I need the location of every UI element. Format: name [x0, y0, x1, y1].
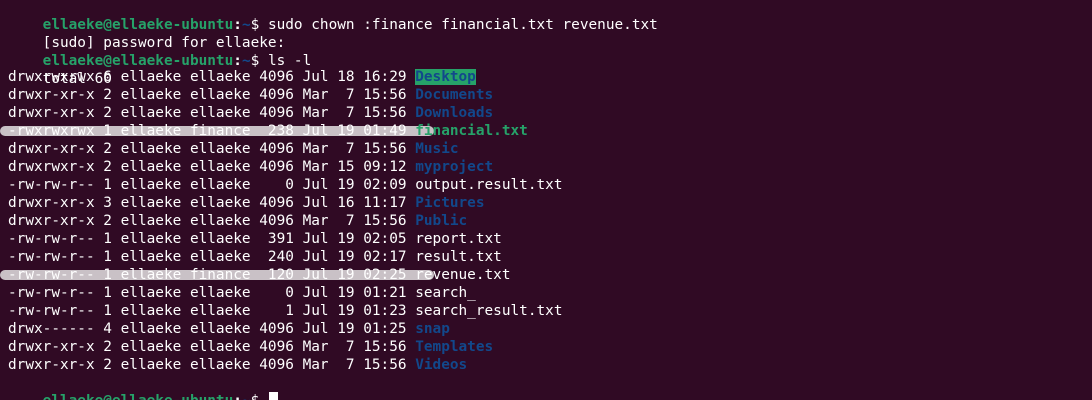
ls-meta: drwx------ 4 ellaeke ellaeke 4096 Jul 19…: [8, 321, 416, 337]
directory-name: Public: [415, 213, 468, 229]
ls-row-content: drwxr-xr-x 2 ellaeke ellaeke 4096 Mar 7 …: [8, 105, 493, 121]
ls-row: -rw-rw-r-- 1 ellaeke ellaeke 240 Jul 19 …: [8, 248, 1092, 266]
file-name: output.result.txt: [415, 177, 563, 193]
ls-row: drwxr-xr-x 2 ellaeke ellaeke 4096 Mar 7 …: [8, 140, 1092, 158]
directory-name: Downloads: [415, 105, 494, 121]
ls-row: -rw-rw-r-- 1 ellaeke ellaeke 391 Jul 19 …: [8, 230, 1092, 248]
file-name: revenue.txt: [415, 267, 511, 283]
ls-row: -rw-rw-r-- 1 ellaeke ellaeke 1 Jul 19 01…: [8, 302, 1092, 320]
directory-name: myproject: [415, 159, 494, 175]
ls-row: drwxr-xr-x 2 ellaeke ellaeke 4096 Mar 7 …: [8, 104, 1092, 122]
text-cursor: [268, 392, 278, 400]
ls-row: -rw-rw-r-- 1 ellaeke finance 120 Jul 19 …: [0, 266, 1092, 284]
ls-row-content: drwxr-xr-x 3 ellaeke ellaeke 4096 Jul 16…: [8, 195, 485, 211]
ls-row-content: drwxr-xr-x 2 ellaeke ellaeke 4096 Mar 7 …: [8, 213, 467, 229]
sudo-password-line: [sudo] password for ellaeke:: [8, 16, 1092, 51]
ls-row: drwxr-xr-x 2 ellaeke ellaeke 4096 Mar 7 …: [8, 338, 1092, 356]
ls-row-content: -rw-rw-r-- 1 ellaeke ellaeke 0 Jul 19 01…: [8, 285, 476, 301]
file-name: result.txt: [415, 249, 502, 265]
ls-row: -rw-rw-r-- 1 ellaeke ellaeke 0 Jul 19 02…: [8, 176, 1092, 194]
ls-meta: drwxr-xr-x 2 ellaeke ellaeke 4096 Mar 7 …: [8, 105, 416, 121]
ls-row-content: drwxr-xr-x 2 ellaeke ellaeke 4096 Mar 7 …: [8, 339, 493, 355]
ls-row-content: -rw-rw-r-- 1 ellaeke ellaeke 1 Jul 19 01…: [8, 303, 563, 319]
ls-meta: -rw-rw-r-- 1 ellaeke ellaeke 1 Jul 19 01…: [8, 303, 416, 319]
file-name: search_: [415, 285, 476, 301]
ls-meta: -rw-rw-r-- 1 ellaeke ellaeke 240 Jul 19 …: [8, 249, 416, 265]
ls-meta: drwxr-xr-x 2 ellaeke ellaeke 4096 Mar 7 …: [8, 339, 416, 355]
ls-meta: drwxrwxrwx 6 ellaeke ellaeke 4096 Jul 18…: [8, 69, 416, 85]
ls-row-content: -rw-rw-r-- 1 ellaeke ellaeke 0 Jul 19 02…: [8, 177, 563, 193]
directory-name: snap: [415, 321, 450, 337]
directory-name: Pictures: [415, 195, 485, 211]
ls-row: drwx------ 4 ellaeke ellaeke 4096 Jul 19…: [8, 320, 1092, 338]
ls-row: drwxrwxr-x 2 ellaeke ellaeke 4096 Mar 15…: [8, 158, 1092, 176]
ls-row-content: -rwxrwxrwx 1 ellaeke finance 238 Jul 19 …: [8, 123, 528, 139]
prompt-path: ~: [242, 393, 251, 400]
ls-row-content: drwxr-xr-x 2 ellaeke ellaeke 4096 Mar 7 …: [8, 87, 493, 103]
ls-listing: drwxrwxrwx 6 ellaeke ellaeke 4096 Jul 18…: [0, 68, 1092, 374]
ls-row-content: drwxr-xr-x 2 ellaeke ellaeke 4096 Mar 7 …: [8, 141, 459, 157]
ls-row-content: -rw-rw-r-- 1 ellaeke ellaeke 391 Jul 19 …: [8, 231, 502, 247]
ls-row: drwxr-xr-x 2 ellaeke ellaeke 4096 Mar 7 …: [8, 86, 1092, 104]
directory-name: Music: [415, 141, 459, 157]
file-name: financial.txt: [415, 123, 528, 139]
directory-name: Documents: [415, 87, 494, 103]
ls-meta: drwxr-xr-x 2 ellaeke ellaeke 4096 Mar 7 …: [8, 357, 416, 373]
ls-row: drwxrwxrwx 6 ellaeke ellaeke 4096 Jul 18…: [8, 68, 1092, 86]
directory-name: Templates: [415, 339, 494, 355]
ls-row-content: -rw-rw-r-- 1 ellaeke ellaeke 240 Jul 19 …: [8, 249, 502, 265]
ls-meta: -rw-rw-r-- 1 ellaeke finance 120 Jul 19 …: [8, 267, 416, 283]
ls-meta: -rwxrwxrwx 1 ellaeke finance 238 Jul 19 …: [8, 123, 416, 139]
ls-row-content: drwxrwxr-x 2 ellaeke ellaeke 4096 Mar 15…: [8, 159, 493, 175]
directory-name: Videos: [415, 357, 468, 373]
ls-row: drwxr-xr-x 3 ellaeke ellaeke 4096 Jul 16…: [8, 194, 1092, 212]
ls-meta: -rw-rw-r-- 1 ellaeke ellaeke 0 Jul 19 02…: [8, 177, 416, 193]
file-name: search_result.txt: [415, 303, 563, 319]
ls-meta: -rw-rw-r-- 1 ellaeke ellaeke 391 Jul 19 …: [8, 231, 416, 247]
ls-row-content: -rw-rw-r-- 1 ellaeke finance 120 Jul 19 …: [8, 267, 511, 283]
ls-row: drwxr-xr-x 2 ellaeke ellaeke 4096 Mar 7 …: [8, 212, 1092, 230]
ls-meta: drwxr-xr-x 2 ellaeke ellaeke 4096 Mar 7 …: [8, 87, 416, 103]
ls-meta: -rw-rw-r-- 1 ellaeke ellaeke 0 Jul 19 01…: [8, 285, 416, 301]
prompt-dollar: $: [251, 393, 260, 400]
ls-row: -rwxrwxrwx 1 ellaeke finance 238 Jul 19 …: [0, 122, 1092, 140]
ls-row-content: drwx------ 4 ellaeke ellaeke 4096 Jul 19…: [8, 321, 450, 337]
ls-meta: drwxr-xr-x 3 ellaeke ellaeke 4096 Jul 16…: [8, 195, 416, 211]
file-name: report.txt: [415, 231, 502, 247]
prompt-user-host: ellaeke@ellaeke-ubuntu: [43, 393, 234, 400]
ls-meta: drwxrwxr-x 2 ellaeke ellaeke 4096 Mar 15…: [8, 159, 416, 175]
prompt-line-ls: ellaeke@ellaeke-ubuntu:~$ ls -l: [42, 53, 312, 69]
ls-meta: drwxr-xr-x 2 ellaeke ellaeke 4096 Mar 7 …: [8, 141, 416, 157]
ls-row-content: drwxr-xr-x 2 ellaeke ellaeke 4096 Mar 7 …: [8, 357, 467, 373]
ls-row: -rw-rw-r-- 1 ellaeke ellaeke 0 Jul 19 01…: [8, 284, 1092, 302]
terminal-window[interactable]: ellaeke@ellaeke-ubuntu:~$ sudo chown :fi…: [0, 0, 1092, 400]
directory-name: Desktop: [415, 69, 476, 85]
ls-meta: drwxr-xr-x 2 ellaeke ellaeke 4096 Mar 7 …: [8, 213, 416, 229]
command-text: [259, 393, 268, 400]
prompt-line-final[interactable]: ellaeke@ellaeke-ubuntu:~$: [8, 374, 1092, 400]
prompt-line-chown: ellaeke@ellaeke-ubuntu:~$ sudo chown :fi…: [42, 17, 658, 33]
ls-row-content: drwxrwxrwx 6 ellaeke ellaeke 4096 Jul 18…: [8, 69, 476, 85]
ls-row: drwxr-xr-x 2 ellaeke ellaeke 4096 Mar 7 …: [8, 356, 1092, 374]
